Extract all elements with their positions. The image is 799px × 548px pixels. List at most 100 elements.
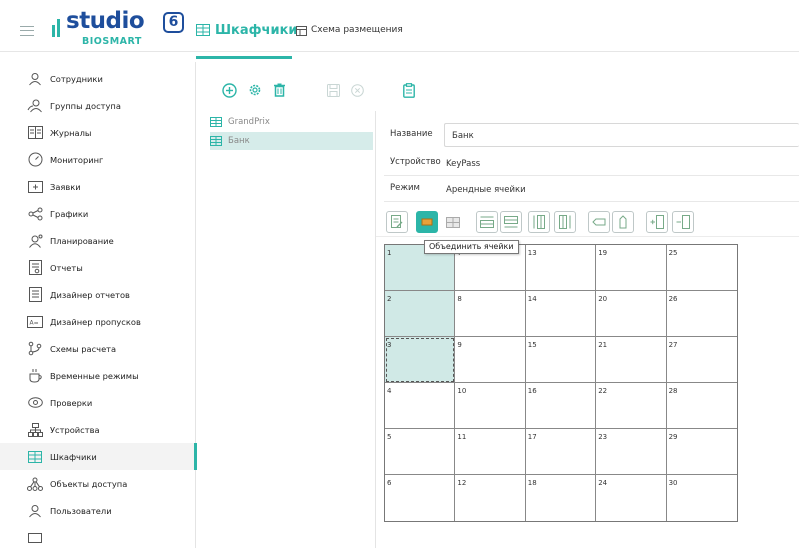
settings-button[interactable] (245, 80, 265, 100)
cup-icon (27, 368, 43, 384)
sidebar-item-requests[interactable]: Заявки (0, 173, 196, 200)
delete-icon (273, 83, 285, 97)
locker-cell[interactable]: 8 (455, 291, 526, 337)
locker-cell[interactable]: 17 (525, 429, 597, 475)
more-item-icon (27, 530, 43, 546)
sidebar-item-schedules[interactable]: Графики (0, 200, 196, 227)
tree-item-grandprix[interactable]: GrandPrix (210, 113, 373, 131)
mode-value: Арендные ячейки (446, 185, 526, 195)
locker-cell[interactable]: 20 (596, 291, 667, 337)
locker-cell[interactable]: 14 (525, 291, 597, 337)
locker-cell[interactable]: 22 (596, 383, 667, 429)
sidebar-item-reports[interactable]: Отчеты (0, 254, 196, 281)
locker-cell[interactable]: 13 (525, 245, 597, 291)
report-icon (27, 260, 43, 276)
save-icon (326, 83, 340, 97)
locker-cell[interactable]: 2 (385, 291, 456, 337)
locker-cell[interactable]: 26 (666, 291, 737, 337)
locker-cell[interactable]: 5 (385, 429, 456, 475)
sidebar-item-users[interactable]: Пользователи (0, 497, 196, 524)
sidebar-item-lockers[interactable]: Шкафчики (0, 443, 197, 470)
locker-cell[interactable]: 30 (667, 475, 737, 521)
edit-cell-button[interactable] (386, 211, 408, 233)
locker-cell[interactable]: 25 (666, 245, 737, 291)
sidebar-item-monitoring[interactable]: Мониторинг (0, 146, 196, 173)
remove-cell-button[interactable] (672, 211, 694, 233)
locker-cell-number: 27 (668, 341, 678, 349)
sidebar-item-access-groups[interactable]: Группы доступа (0, 92, 196, 119)
logo-bars-icon (52, 18, 62, 37)
add-row-above-button[interactable] (476, 211, 498, 233)
add-row-below-button[interactable] (500, 211, 522, 233)
add-column-left-button[interactable] (528, 211, 550, 233)
device-row[interactable]: Устройство KeyPass (384, 150, 799, 176)
locker-cell[interactable]: 6 (385, 475, 456, 521)
sidebar-item-label: Группы доступа (50, 100, 121, 111)
locker-cell-number: 25 (668, 249, 678, 257)
sidebar-item-pass-designer[interactable]: A= Дизайнер пропусков (0, 308, 196, 335)
add-cell-button[interactable] (646, 211, 668, 233)
locker-cell[interactable]: 27 (666, 337, 737, 383)
sidebar-item-calculation-schemes[interactable]: Схемы расчета (0, 335, 196, 362)
header: studio 6 BIOSMART Шкафчики Схема размеще… (0, 0, 799, 52)
locker-cell[interactable]: 19 (596, 245, 667, 291)
clipboard-icon (403, 82, 415, 98)
locker-cell-number: 29 (668, 433, 678, 441)
sidebar-item-devices[interactable]: Устройства (0, 416, 196, 443)
name-input[interactable] (444, 123, 799, 147)
save-button[interactable] (323, 80, 343, 100)
locker-cell[interactable]: 11 (455, 429, 526, 475)
locker-cell[interactable]: 24 (596, 475, 667, 521)
tab-layout-scheme[interactable]: Схема размещения (296, 22, 403, 38)
locker-cell[interactable]: 28 (666, 383, 737, 429)
locker-cell[interactable]: 16 (525, 383, 597, 429)
menu-icon[interactable] (20, 26, 34, 36)
tree-item-label: GrandPrix (228, 117, 270, 127)
locker-cell-number: 28 (668, 387, 678, 395)
sidebar-item-time-modes[interactable]: Временные режимы (0, 362, 196, 389)
sidebar-item-journals[interactable]: Журналы (0, 119, 196, 146)
cancel-button[interactable] (347, 80, 367, 100)
sidebar-item-label: Отчеты (50, 262, 83, 273)
sidebar-item-access-objects[interactable]: Объекты доступа (0, 470, 196, 497)
logo-version: 6 (163, 12, 184, 33)
name-label: Название (390, 129, 433, 139)
delete-row-button[interactable] (588, 211, 610, 233)
locker-cell[interactable]: 21 (596, 337, 667, 383)
locker-cell[interactable]: 29 (666, 429, 737, 475)
locker-cell[interactable]: 18 (526, 475, 597, 521)
sidebar-item-label: Журналы (50, 127, 92, 138)
delete-column-button[interactable] (612, 211, 634, 233)
sidebar-item-planning[interactable]: Планирование (0, 227, 196, 254)
lockers-icon (27, 449, 43, 465)
mode-row[interactable]: Режим Арендные ячейки (384, 176, 799, 202)
locker-cell[interactable]: 10 (455, 383, 526, 429)
clipboard-button[interactable] (399, 80, 419, 100)
tab-lockers[interactable]: Шкафчики (196, 20, 298, 40)
locker-tree: GrandPrix Банк (196, 111, 376, 548)
locker-cell[interactable]: 15 (525, 337, 597, 383)
locker-cell[interactable]: 3 (385, 337, 456, 383)
locker-cell[interactable]: 4 (385, 383, 456, 429)
network-icon (27, 422, 43, 438)
locker-cell[interactable]: 12 (455, 475, 526, 521)
locker-cell[interactable]: 23 (596, 429, 667, 475)
add-column-right-button[interactable] (554, 211, 576, 233)
add-button[interactable] (219, 80, 239, 100)
add-cell-icon (650, 215, 664, 229)
locker-cell-number: 20 (598, 295, 608, 303)
locker-cell-number: 12 (457, 479, 467, 487)
cancel-icon (350, 83, 364, 97)
locker-cell-number: 1 (387, 249, 392, 257)
pass-designer-icon: A= (27, 314, 43, 330)
tree-item-bank[interactable]: Банк (210, 132, 373, 150)
sidebar-item-label: Заявки (50, 181, 81, 192)
split-cells-button[interactable] (442, 211, 464, 233)
locker-cell[interactable]: 9 (455, 337, 526, 383)
sidebar-item-more[interactable] (0, 524, 196, 548)
merge-cells-button[interactable] (416, 211, 438, 233)
sidebar-item-employees[interactable]: Сотрудники (0, 65, 196, 92)
delete-button[interactable] (269, 80, 289, 100)
sidebar-item-report-designer[interactable]: Дизайнер отчетов (0, 281, 196, 308)
sidebar-item-checks[interactable]: Проверки (0, 389, 196, 416)
